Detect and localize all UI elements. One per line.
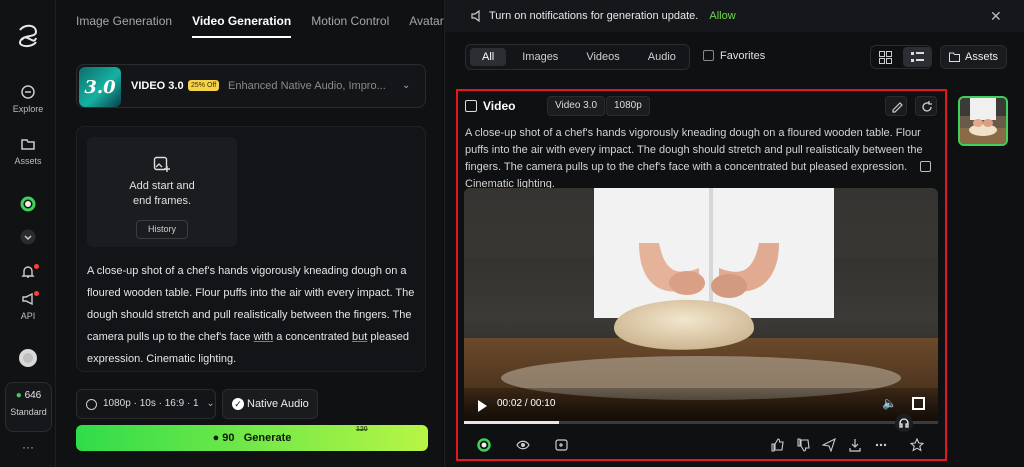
spell-underline-but: but	[352, 331, 368, 343]
assets-button[interactable]: Assets	[940, 45, 1007, 69]
view-toggle	[870, 45, 932, 69]
tab-motion-control[interactable]: Motion Control	[311, 14, 389, 38]
generation-tabs: Image Generation Video Generation Motion…	[76, 14, 444, 38]
prompt-area: Add start and end frames. History A clos…	[76, 126, 426, 372]
prompt-text-c: a concentrated	[273, 331, 353, 343]
rail-api[interactable]: API	[0, 291, 56, 321]
old-cost: 120	[356, 426, 368, 433]
rail-avatar[interactable]	[0, 349, 56, 371]
close-icon[interactable]: ✕	[990, 0, 1002, 32]
notification-text: Turn on notifications for generation upd…	[489, 10, 699, 22]
prompt-input[interactable]: A close-up shot of a chef's hands vigoro…	[87, 260, 417, 370]
model-name: VIDEO 3.0	[131, 80, 184, 92]
notification-dot	[34, 264, 39, 269]
rail-api-label: API	[20, 311, 36, 321]
chevron-down-icon	[20, 229, 36, 245]
thumbnail-image	[960, 98, 1006, 144]
result-thumbnail[interactable]	[958, 96, 1008, 146]
media-filter: All Images Videos Audio	[465, 44, 690, 70]
settings-value: 1080p · 10s · 16:9 · 1	[103, 398, 199, 409]
discount-badge: 25% Off	[188, 80, 220, 91]
rail-assets-label: Assets	[14, 156, 42, 166]
chevron-down-icon: ⌄	[206, 398, 215, 409]
rail-notifications[interactable]	[0, 264, 56, 284]
chevron-down-icon: ⌄	[402, 80, 411, 91]
filter-videos[interactable]: Videos	[574, 48, 631, 66]
credits-box[interactable]: ● 646 Standard	[5, 382, 52, 432]
selected-result-frame	[456, 89, 947, 461]
left-rail: Explore Assets API ● 646 Standard ···	[0, 0, 56, 467]
native-audio-toggle[interactable]: ✓ Native Audio	[222, 389, 318, 419]
notification-bar: Turn on notifications for generation upd…	[445, 0, 1024, 32]
spell-underline-with: with	[253, 331, 274, 343]
frames-upload[interactable]: Add start and end frames. History	[87, 137, 237, 247]
tab-video-generation[interactable]: Video Generation	[192, 14, 292, 38]
model-description: Enhanced Native Audio, Impro...	[228, 80, 386, 92]
generation-panel: Image Generation Video Generation Motion…	[56, 0, 444, 467]
green-ring-icon	[20, 196, 36, 212]
credits-drop-icon: ●	[15, 390, 22, 401]
image-add-icon	[153, 156, 170, 172]
folder-icon	[21, 139, 35, 150]
filter-all[interactable]: All	[470, 48, 507, 66]
compass-icon	[21, 85, 35, 99]
settings-icon	[86, 399, 97, 410]
assets-label: Assets	[965, 51, 999, 63]
tab-avatar[interactable]: Avatar	[409, 14, 443, 38]
rail-more[interactable]: ···	[0, 440, 56, 454]
rail-explore[interactable]: Explore	[0, 84, 56, 114]
frames-line1: Add start and	[129, 180, 195, 192]
folder-icon	[949, 52, 960, 62]
allow-link[interactable]: Allow	[709, 10, 735, 22]
app-logo-icon[interactable]	[14, 22, 42, 50]
credit-drop-icon: ●	[212, 432, 220, 444]
generate-cost: 90	[222, 432, 235, 444]
native-audio-label: Native Audio	[247, 398, 309, 410]
model-logo: 3.0	[79, 67, 121, 107]
favorites-label: Favorites	[720, 50, 766, 62]
checkbox	[703, 50, 714, 61]
rail-explore-label: Explore	[12, 104, 44, 114]
filter-audio[interactable]: Audio	[636, 48, 688, 66]
plan-label: Standard	[10, 407, 47, 417]
api-dot	[34, 291, 39, 296]
settings-dropdown[interactable]: 1080p · 10s · 16:9 · 1 ⌄	[76, 389, 216, 419]
rail-green-logo[interactable]	[0, 196, 56, 216]
tab-image-generation[interactable]: Image Generation	[76, 14, 172, 38]
generate-button[interactable]: ● 90 Generate 120	[76, 425, 428, 451]
check-icon: ✓	[232, 398, 244, 410]
favorites-checkbox[interactable]: Favorites	[703, 50, 765, 62]
filter-images[interactable]: Images	[510, 48, 570, 66]
list-view-icon[interactable]	[903, 47, 931, 67]
generate-label: Generate	[243, 432, 292, 444]
credits-count: 646	[24, 390, 42, 401]
grid-view-icon[interactable]	[879, 51, 892, 64]
model-selector[interactable]: 3.0 VIDEO 3.0 25% Off Enhanced Native Au…	[76, 64, 426, 108]
frames-text: Add start and end frames.	[87, 179, 237, 209]
avatar	[19, 349, 37, 367]
history-button[interactable]: History	[136, 220, 188, 239]
speaker-icon	[471, 10, 480, 22]
rail-expand[interactable]	[0, 229, 56, 249]
rail-assets[interactable]: Assets	[0, 136, 56, 166]
results-panel: Turn on notifications for generation upd…	[444, 0, 1024, 467]
frames-line2: end frames.	[132, 195, 192, 207]
